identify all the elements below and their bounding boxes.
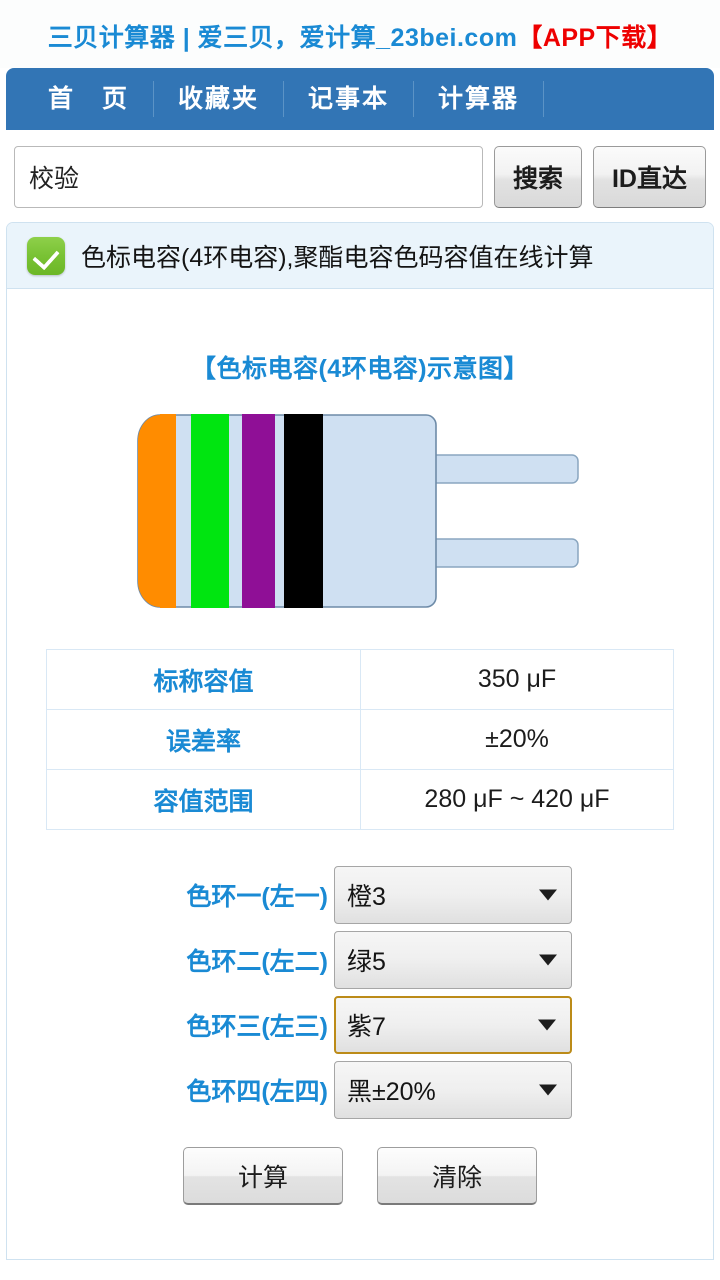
panel-body: 【色标电容(4环电容)示意图】 标称容值 350 μF 误差率 ±20% 容值范… <box>7 289 713 1205</box>
chevron-down-icon <box>539 889 557 901</box>
nav-divider <box>543 81 545 117</box>
band-select-3-value: 紫7 <box>347 1013 386 1041</box>
band-select-1[interactable]: 橙3 <box>334 866 572 924</box>
search-bar: 搜索 ID直达 <box>0 130 720 222</box>
check-icon <box>27 236 65 275</box>
band-row-1: 色环一(左一) 橙3 <box>7 866 713 924</box>
clear-button[interactable]: 清除 <box>377 1147 537 1205</box>
calculate-button[interactable]: 计算 <box>183 1147 343 1205</box>
nav-item-notepad[interactable]: 记事本 <box>284 80 413 118</box>
band-select-3[interactable]: 紫7 <box>334 996 572 1054</box>
capacitor-lead-bottom <box>433 538 579 568</box>
table-row: 容值范围 280 μF ~ 420 μF <box>46 769 674 830</box>
band-select-4-value: 黑±20% <box>347 1078 436 1106</box>
nav-item-favorites[interactable]: 收藏夹 <box>154 80 283 118</box>
capacitor-band-3-purple <box>242 414 275 608</box>
chevron-down-icon <box>539 954 557 966</box>
band-label-3: 色环三(左三) <box>186 1013 328 1041</box>
capacitor-band-1-body <box>138 415 176 607</box>
result-value-nominal: 350 μF <box>360 649 674 710</box>
band-row-2: 色环二(左二) 绿5 <box>7 931 713 989</box>
site-title-main: 三贝计算器 | 爱三贝，爱计算_23bei.com <box>47 24 518 52</box>
result-value-range: 280 μF ~ 420 μF <box>360 769 674 830</box>
result-label-range: 容值范围 <box>46 769 361 830</box>
content-panel: 色标电容(4环电容),聚酯电容色码容值在线计算 【色标电容(4环电容)示意图】 <box>6 222 714 1260</box>
search-button[interactable]: 搜索 <box>493 146 582 208</box>
capacitor-diagram <box>7 411 713 627</box>
band-select-4[interactable]: 黑±20% <box>334 1061 572 1119</box>
capacitor-lead-top <box>433 454 579 484</box>
band-row-3: 色环三(左三) 紫7 <box>7 996 713 1054</box>
chevron-down-icon <box>538 1019 556 1031</box>
table-row: 标称容值 350 μF <box>46 649 674 710</box>
site-title: 三贝计算器 | 爱三贝，爱计算_23bei.com【APP下载】 <box>48 18 672 54</box>
id-direct-button[interactable]: ID直达 <box>592 146 706 208</box>
band-selectors: 色环一(左一) 橙3 色环二(左二) 绿5 色环三(左三) 紫7 色环四(左四)… <box>7 866 713 1119</box>
capacitor-svg <box>137 414 579 608</box>
band-row-4: 色环四(左四) 黑±20% <box>7 1061 713 1119</box>
results-table: 标称容值 350 μF 误差率 ±20% 容值范围 280 μF ~ 420 μ… <box>46 649 674 830</box>
capacitor-band-4-black <box>284 414 323 608</box>
band-select-1-value: 橙3 <box>347 883 386 911</box>
capacitor-band-2-green <box>191 414 229 608</box>
chevron-down-icon <box>539 1084 557 1096</box>
result-value-tolerance: ±20% <box>360 709 674 770</box>
band-select-2-value: 绿5 <box>347 948 386 976</box>
site-title-bar: 三贝计算器 | 爱三贝，爱计算_23bei.com【APP下载】 <box>0 0 720 68</box>
table-row: 误差率 ±20% <box>46 709 674 770</box>
band-select-2[interactable]: 绿5 <box>334 931 572 989</box>
result-label-tolerance: 误差率 <box>46 709 361 770</box>
band-label-1: 色环一(左一) <box>186 883 328 911</box>
action-buttons: 计算 清除 <box>7 1147 713 1205</box>
band-label-2: 色环二(左二) <box>186 948 328 976</box>
panel-header: 色标电容(4环电容),聚酯电容色码容值在线计算 <box>7 223 713 289</box>
app-download-link[interactable]: 【APP下载】 <box>517 24 672 52</box>
band-label-4: 色环四(左四) <box>186 1078 328 1106</box>
panel-title: 色标电容(4环电容),聚酯电容色码容值在线计算 <box>81 243 594 272</box>
diagram-title: 【色标电容(4环电容)示意图】 <box>190 355 530 383</box>
nav-item-home[interactable]: 首 页 <box>24 80 153 118</box>
nav-item-calculator[interactable]: 计算器 <box>414 80 543 118</box>
result-label-nominal: 标称容值 <box>46 649 361 710</box>
search-input[interactable] <box>14 146 483 208</box>
main-navbar: 首 页 收藏夹 记事本 计算器 <box>6 68 714 130</box>
